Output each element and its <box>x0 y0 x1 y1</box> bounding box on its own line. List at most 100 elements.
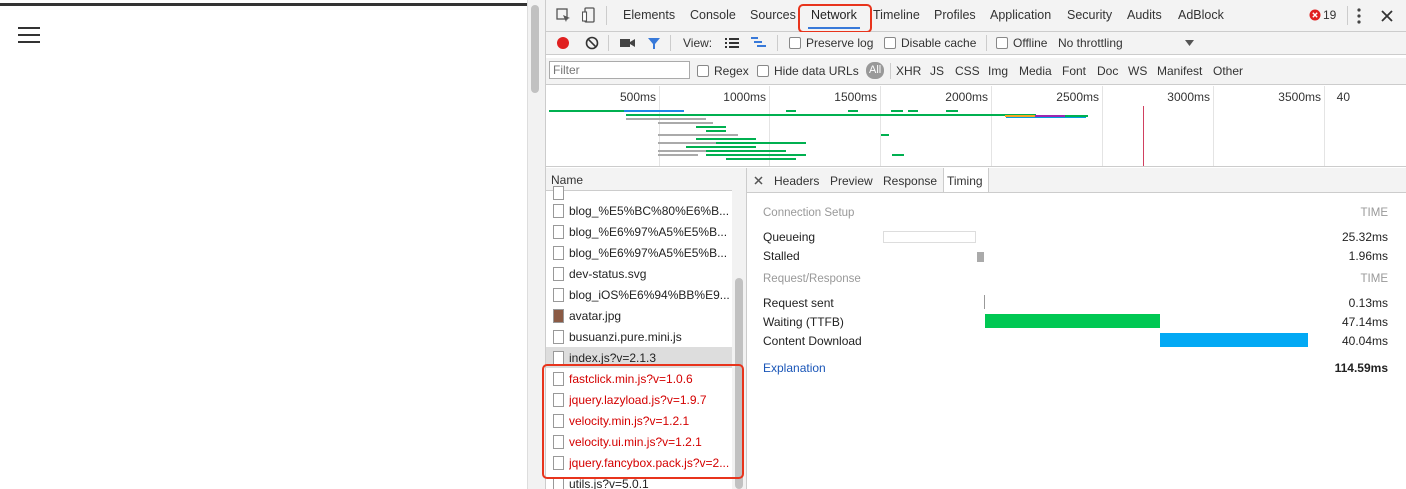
overview-tick: 2000ms <box>945 90 988 104</box>
waterfall-bar <box>1005 115 1035 117</box>
hamburger-menu-icon[interactable] <box>18 27 40 43</box>
stalled-label: Stalled <box>763 249 800 263</box>
chevron-down-icon[interactable] <box>1185 40 1194 46</box>
error-count[interactable]: 19 <box>1323 8 1336 22</box>
type-filter-img[interactable]: Img <box>988 64 1008 78</box>
overview-tick: 1000ms <box>723 90 766 104</box>
web-page <box>0 0 527 489</box>
waterfall-bar <box>696 126 726 128</box>
waterfall-bar <box>658 122 713 124</box>
devtools-panel: Elements Console Sources Network Timelin… <box>542 0 1406 489</box>
overview-tick: 500ms <box>619 90 656 104</box>
request-row[interactable]: blog_%E5%BC%80%E6%B... <box>546 200 733 221</box>
request-row[interactable]: avatar.jpg <box>546 305 733 326</box>
stalled-bar <box>977 252 984 262</box>
request-name: blog_%E5%BC%80%E6%B... <box>569 204 730 218</box>
view-label: View: <box>683 36 713 50</box>
file-icon <box>553 330 564 344</box>
device-toolbar-icon[interactable] <box>582 7 596 24</box>
detail-tab-response[interactable]: Response <box>883 174 937 188</box>
tab-console[interactable]: Console <box>690 8 736 22</box>
request-row[interactable]: dev-status.svg <box>546 263 733 284</box>
throttling-select[interactable]: No throttling <box>1058 36 1123 50</box>
network-toolbar: View: Preserve log Disable cache Offline… <box>546 32 1406 55</box>
close-detail-icon[interactable] <box>754 176 763 185</box>
file-icon <box>553 288 564 302</box>
tab-sources[interactable]: Sources <box>750 8 796 22</box>
overview-tick: 1500ms <box>834 90 877 104</box>
detail-tab-preview[interactable]: Preview <box>830 174 873 188</box>
content-download-value: 40.04ms <box>1341 334 1388 348</box>
queueing-label: Queueing <box>763 230 816 244</box>
tab-elements[interactable]: Elements <box>623 8 675 22</box>
request-name: index.js?v=2.1.3 <box>569 351 657 365</box>
waterfall-bar <box>624 110 684 112</box>
type-filter-css[interactable]: CSS <box>955 64 980 78</box>
hide-data-urls-checkbox[interactable] <box>757 65 769 77</box>
type-filter-manifest[interactable]: Manifest <box>1157 64 1202 78</box>
capture-screenshots-icon[interactable] <box>620 38 636 48</box>
preserve-log-checkbox[interactable] <box>789 37 801 49</box>
offline-checkbox[interactable] <box>996 37 1008 49</box>
request-name: blog_%E6%97%A5%E5%B... <box>569 225 728 239</box>
file-icon <box>553 351 564 365</box>
explanation-link[interactable]: Explanation <box>763 361 826 375</box>
inspect-element-icon[interactable] <box>556 8 571 23</box>
request-row[interactable]: blog_%E6%97%A5%E5%B... <box>546 242 733 263</box>
more-options-icon[interactable] <box>1356 8 1362 24</box>
close-icon[interactable] <box>1381 10 1393 22</box>
request-row[interactable]: blog_%E6%97%A5%E5%B... <box>546 221 733 242</box>
name-header-label: Name <box>551 173 584 187</box>
detail-tab-timing[interactable]: Timing <box>947 174 983 188</box>
request-row[interactable] <box>546 186 733 200</box>
type-filter-media[interactable]: Media <box>1019 64 1052 78</box>
request-name: busuanzi.pure.mini.js <box>569 330 682 344</box>
tab-security[interactable]: Security <box>1067 8 1112 22</box>
request-row[interactable]: blog_iOS%E6%94%BB%E9... <box>546 284 733 305</box>
waterfall-bar <box>658 134 738 136</box>
network-overview[interactable]: 500ms 1000ms 1500ms 2000ms 2500ms 3000ms… <box>546 86 1406 167</box>
detail-tab-headers[interactable]: Headers <box>774 174 819 188</box>
filter-icon[interactable] <box>647 36 661 50</box>
content-download-label: Content Download <box>763 334 862 348</box>
overview-gridline <box>1324 86 1325 166</box>
waterfall-bar <box>881 134 889 136</box>
filter-bar: Regex Hide data URLs All XHR JS CSS Img … <box>546 58 1406 85</box>
time-column-header: TIME <box>1360 273 1388 285</box>
error-icon[interactable] <box>1309 9 1321 21</box>
type-filter-doc[interactable]: Doc <box>1097 64 1118 78</box>
waterfall-bar <box>908 110 918 112</box>
tab-timeline[interactable]: Timeline <box>873 8 920 22</box>
tab-profiles[interactable]: Profiles <box>934 8 976 22</box>
waterfall-bar <box>706 154 806 156</box>
toolbar-separator <box>670 35 671 51</box>
type-filter-xhr[interactable]: XHR <box>896 64 921 78</box>
type-filter-other[interactable]: Other <box>1213 64 1243 78</box>
waiting-ttfb-bar <box>985 314 1160 328</box>
overview-tick: 3000ms <box>1167 90 1210 104</box>
overview-tick: 40 <box>1336 90 1350 104</box>
clear-icon[interactable] <box>585 36 599 50</box>
type-filter-js[interactable]: JS <box>930 64 944 78</box>
tab-separator <box>1347 6 1348 25</box>
type-filter-ws[interactable]: WS <box>1128 64 1147 78</box>
large-rows-icon[interactable] <box>725 38 739 48</box>
record-icon[interactable] <box>556 36 570 50</box>
type-filter-font[interactable]: Font <box>1062 64 1086 78</box>
tab-audits[interactable]: Audits <box>1127 8 1162 22</box>
filter-input[interactable] <box>549 61 690 79</box>
overview-waterfall-icon[interactable] <box>751 37 767 49</box>
page-scrollbar-thumb[interactable] <box>531 5 539 93</box>
regex-checkbox[interactable] <box>697 65 709 77</box>
waiting-ttfb-label: Waiting (TTFB) <box>763 315 844 329</box>
request-name: avatar.jpg <box>569 309 622 323</box>
disable-cache-checkbox[interactable] <box>884 37 896 49</box>
name-column-header[interactable]: Name <box>546 168 746 191</box>
tab-application[interactable]: Application <box>990 8 1051 22</box>
request-row[interactable]: busuanzi.pure.mini.js <box>546 326 733 347</box>
network-tab-highlight <box>798 4 872 33</box>
tab-adblock[interactable]: AdBlock <box>1178 8 1224 22</box>
content-download-bar <box>1160 333 1308 347</box>
waterfall-bar <box>686 146 756 148</box>
type-filter-all[interactable]: All <box>866 62 885 79</box>
